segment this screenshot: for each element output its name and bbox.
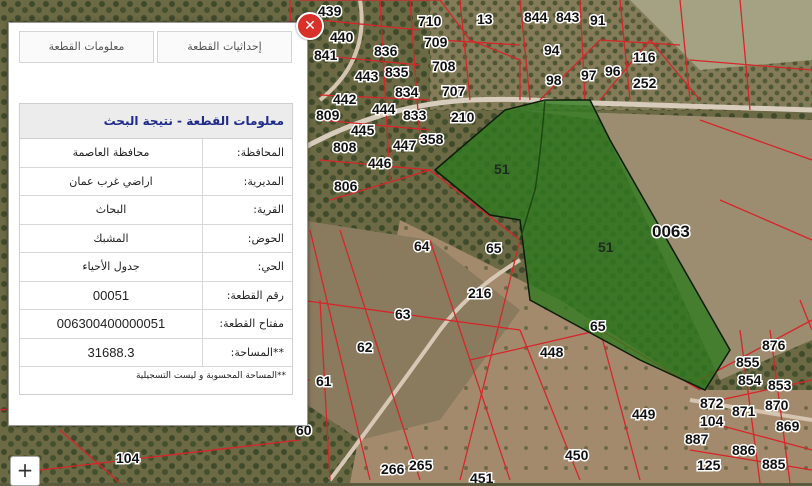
map-label: 62	[357, 339, 373, 355]
map-label: 841	[314, 47, 338, 63]
tab-parcel-coordinates[interactable]: إحداثيات القطعة	[157, 31, 292, 63]
map-label: 96	[605, 63, 621, 79]
map-label: 252	[633, 75, 657, 91]
map-label: 445	[351, 122, 375, 138]
map-label: 869	[776, 418, 800, 434]
info-title: معلومات القطعة - نتيجة البحث	[20, 104, 292, 139]
row-label: الحي:	[202, 253, 292, 281]
map-label: 98	[546, 72, 562, 88]
map-label: 809	[316, 107, 340, 123]
map-label: 855	[736, 354, 760, 370]
row-label: الحوض:	[202, 224, 292, 252]
map-label: 446	[368, 155, 392, 171]
row-parcel-number: رقم القطعة: 00051	[20, 281, 292, 310]
map-label: 104	[116, 450, 140, 466]
map-label: 358	[420, 131, 444, 147]
row-value: البحاث	[95, 203, 127, 216]
map-label: 709	[424, 34, 448, 50]
row-label: المديرية:	[202, 167, 292, 195]
map-label: 887	[685, 431, 709, 447]
row-value: المشبك	[93, 231, 129, 245]
map-label: 885	[762, 456, 786, 472]
map-label: 266	[381, 461, 405, 477]
map-label: 876	[762, 337, 786, 353]
row-label: **المساحة:	[202, 338, 292, 366]
parcel-info-popup: معلومات القطعة إحداثيات القطعة معلومات ا…	[8, 22, 308, 426]
row-label: مفتاح القطعة:	[202, 310, 292, 338]
map-label: 104	[700, 413, 724, 429]
map-label: 210	[451, 109, 475, 125]
map-label: 886	[732, 442, 756, 458]
map-label: 439	[318, 3, 342, 19]
row-basin: الحوض: المشبك	[20, 224, 292, 253]
zoom-in-button[interactable]: +	[10, 456, 40, 486]
tab-parcel-info[interactable]: معلومات القطعة	[19, 31, 154, 63]
row-district: الحي: جدول الأحياء	[20, 253, 292, 282]
map-label: 450	[565, 447, 589, 463]
map-label: 854	[738, 372, 762, 388]
row-directorate: المديرية: اراضي غرب عمان	[20, 167, 292, 196]
map-label: 707	[442, 83, 466, 99]
parcel-label: 51	[598, 239, 614, 255]
area-footnote: **المساحة المحسوبة و ليست التسجيلية	[135, 371, 286, 381]
map-label: 844	[524, 9, 548, 25]
map-label: 265	[409, 457, 433, 473]
row-label: القرية:	[202, 196, 292, 224]
map-label: 65	[590, 318, 606, 334]
map-label: 853	[768, 377, 792, 393]
map-label: 63	[395, 306, 411, 322]
map-label: 806	[334, 178, 358, 194]
block-label: 0063	[652, 222, 690, 241]
map-label: 451	[470, 470, 494, 483]
map-label: 216	[468, 285, 492, 301]
parcel-info-table: معلومات القطعة - نتيجة البحث المحافظة: م…	[19, 103, 293, 395]
map-label: 65	[486, 240, 502, 256]
row-label: المحافظة:	[202, 139, 292, 167]
map-label: 449	[632, 406, 656, 422]
map-label: 843	[556, 9, 580, 25]
map-label: 443	[355, 68, 379, 84]
map-label: 94	[544, 42, 560, 58]
map-label: 448	[540, 344, 564, 360]
map-label: 871	[732, 403, 756, 419]
map-label: 116	[633, 49, 656, 65]
row-parcel-key: مفتاح القطعة: 006300400000051	[20, 310, 292, 339]
close-icon[interactable]: ✕	[296, 12, 324, 40]
row-value: 00051	[92, 287, 130, 303]
map-label: 872	[700, 395, 724, 411]
map-label: 442	[333, 91, 357, 107]
row-value: جدول الأحياء	[82, 260, 140, 273]
row-village: القرية: البحاث	[20, 196, 292, 225]
map-label: 61	[316, 373, 332, 389]
row-value: 31688.3	[87, 344, 135, 360]
row-label: رقم القطعة:	[202, 281, 292, 309]
map-label: 447	[393, 137, 417, 153]
map-label: 440	[330, 29, 354, 45]
row-value: محافظة العاصمة	[72, 146, 150, 159]
map-label: 836	[374, 43, 398, 59]
map-label: 833	[403, 107, 427, 123]
map-label: 808	[333, 139, 357, 155]
map-label: 834	[395, 84, 419, 100]
row-area: **المساحة: 31688.3	[20, 338, 292, 367]
map-label: 710	[418, 13, 442, 29]
map-label: 125	[697, 457, 721, 473]
map-label: 13	[477, 11, 493, 27]
row-value: اراضي غرب عمان	[69, 174, 153, 188]
map-label: 835	[385, 64, 409, 80]
row-value: 006300400000051	[56, 316, 166, 331]
map-label: 444	[372, 101, 396, 117]
parcel-label: 51	[494, 161, 510, 177]
map-label: 97	[581, 67, 597, 83]
row-governorate: المحافظة: محافظة العاصمة	[20, 139, 292, 168]
map-label: 91	[590, 12, 606, 28]
map-label: 64	[414, 238, 430, 254]
map-label: 708	[432, 58, 456, 74]
map-label: 870	[765, 397, 789, 413]
